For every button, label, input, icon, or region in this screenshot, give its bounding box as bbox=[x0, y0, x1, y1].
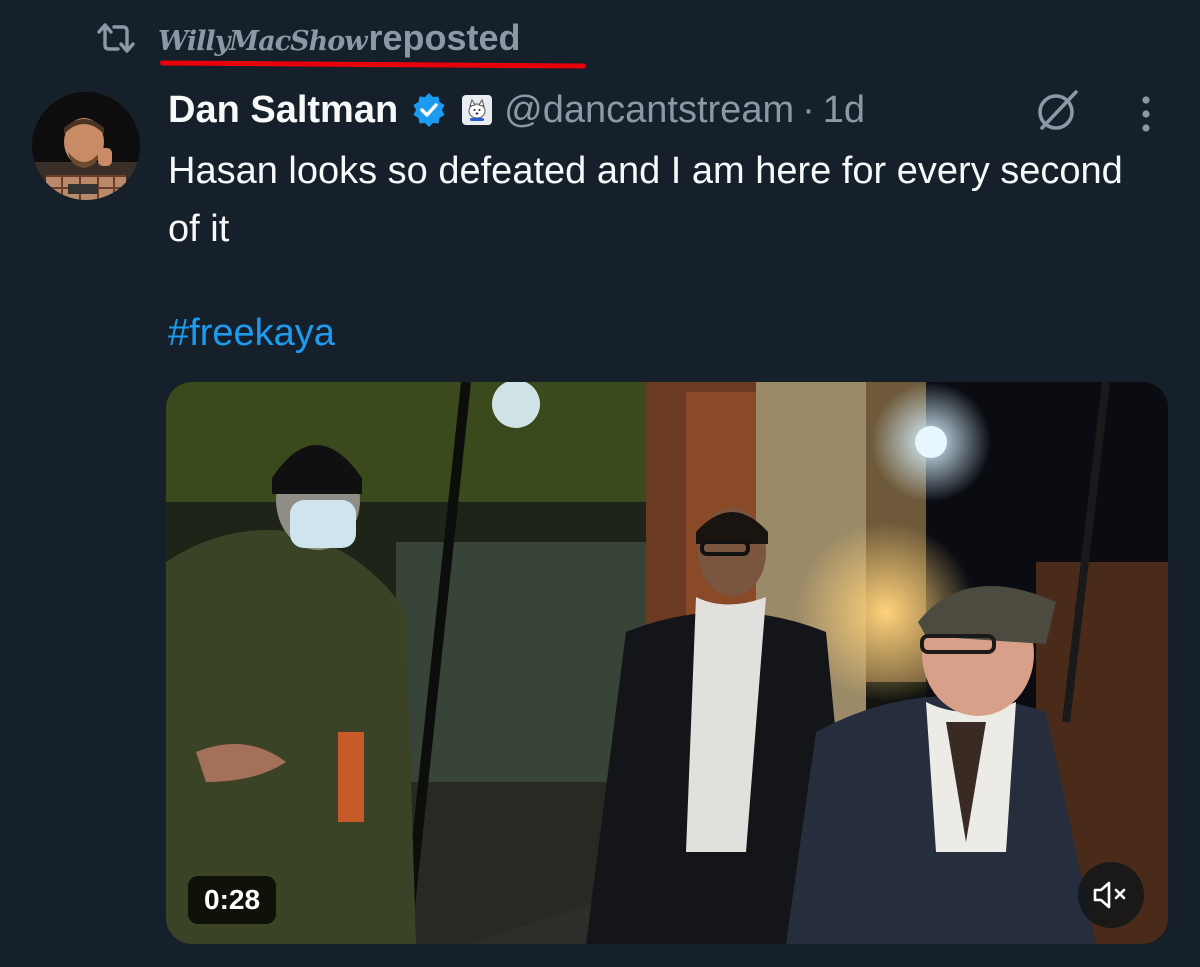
grok-icon[interactable] bbox=[1034, 88, 1082, 132]
timestamp[interactable]: 1d bbox=[823, 89, 865, 132]
repost-icon bbox=[96, 21, 136, 55]
hashtag-link[interactable]: #freekaya bbox=[168, 312, 335, 355]
video-player[interactable]: 0:28 bbox=[166, 382, 1168, 944]
separator-dot: · bbox=[802, 88, 815, 131]
reposter-link[interactable]: WillyMacShow reposted bbox=[158, 17, 521, 59]
repost-context: WillyMacShow reposted bbox=[96, 16, 521, 60]
red-underline-annotation bbox=[159, 60, 587, 69]
tweet-text: Hasan looks so defeated and I am here fo… bbox=[168, 150, 1123, 250]
dog-badge-icon[interactable] bbox=[462, 95, 493, 125]
video-duration: 0:28 bbox=[188, 876, 277, 924]
video-frame bbox=[166, 382, 1168, 944]
more-icon[interactable] bbox=[1132, 94, 1160, 134]
mute-button[interactable] bbox=[1078, 862, 1144, 928]
reposted-label: reposted bbox=[368, 17, 521, 58]
tweet-header: Dan Saltman @dancantstream · 1d bbox=[168, 84, 865, 136]
author-name[interactable]: Dan Saltman bbox=[168, 89, 398, 132]
avatar[interactable] bbox=[32, 92, 140, 200]
verified-badge-icon[interactable] bbox=[410, 91, 448, 129]
reposter-name[interactable]: WillyMacShow bbox=[158, 26, 368, 57]
author-handle[interactable]: @dancantstream bbox=[504, 89, 794, 132]
speaker-muted-icon bbox=[1092, 879, 1130, 911]
